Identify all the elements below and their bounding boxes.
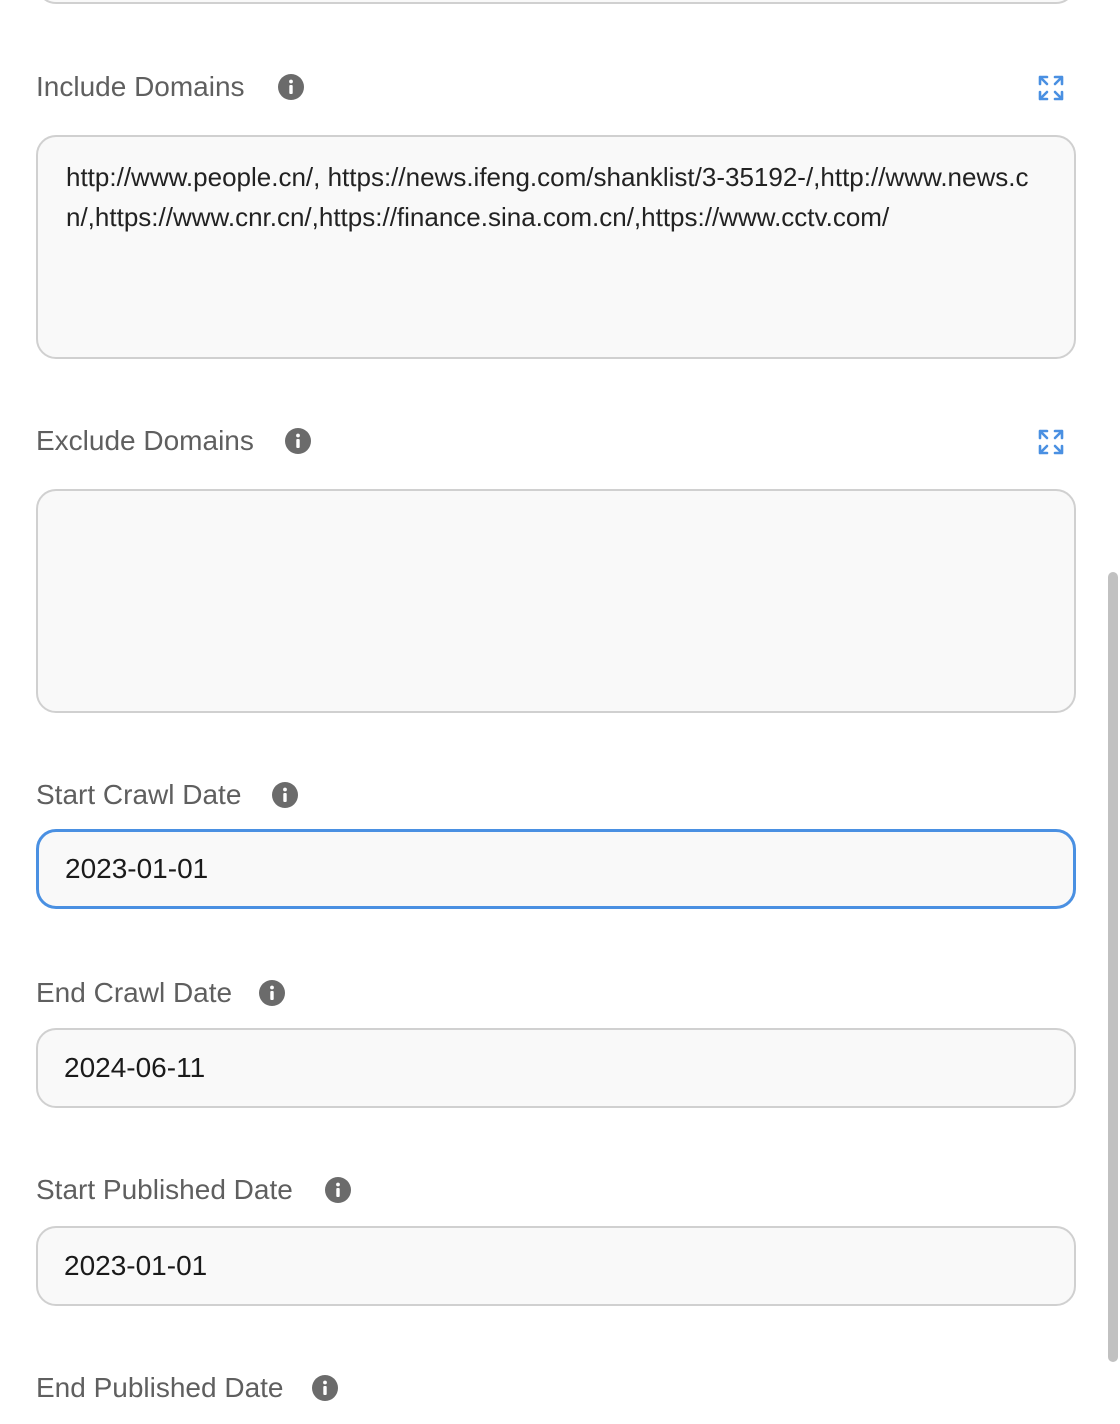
start-published-date-input[interactable]: 2023-01-01: [36, 1226, 1076, 1306]
start-published-date-label: Start Published Date: [36, 1174, 293, 1205]
include-domains-field: Include Domains http://www.people.cn/, h…: [36, 67, 1076, 359]
end-published-date-field: End Published Date: [36, 1368, 1076, 1408]
start-crawl-date-input[interactable]: 2023-01-01: [36, 829, 1076, 909]
include-domains-label: Include Domains: [36, 71, 245, 102]
end-crawl-date-label: End Crawl Date: [36, 977, 233, 1008]
include-domains-label-row: Include Domains: [36, 67, 1076, 107]
end-published-date-label: End Published Date: [36, 1372, 284, 1403]
end-crawl-date-input[interactable]: 2024-06-11: [36, 1028, 1076, 1108]
start-published-date-label-row: Start Published Date: [36, 1170, 1076, 1210]
expand-icon[interactable]: [1036, 73, 1066, 103]
start-crawl-date-label: Start Crawl Date: [36, 779, 242, 810]
end-crawl-date-label-row: End Crawl Date: [36, 973, 1076, 1013]
info-icon[interactable]: [312, 1375, 338, 1401]
info-icon[interactable]: [272, 782, 298, 808]
info-icon[interactable]: [259, 980, 285, 1006]
scrollbar-thumb[interactable]: [1108, 572, 1118, 1362]
exclude-domains-textarea[interactable]: [36, 489, 1076, 713]
end-published-date-label-row: End Published Date: [36, 1368, 1076, 1408]
start-crawl-date-label-row: Start Crawl Date: [36, 775, 1076, 815]
end-crawl-date-field: End Crawl Date 2024-06-11: [36, 973, 1076, 1108]
exclude-domains-field: Exclude Domains: [36, 421, 1076, 713]
info-icon[interactable]: [278, 74, 304, 100]
info-icon[interactable]: [285, 428, 311, 454]
expand-icon[interactable]: [1036, 427, 1066, 457]
exclude-domains-label: Exclude Domains: [36, 425, 254, 456]
include-domains-textarea[interactable]: http://www.people.cn/, https://news.ifen…: [36, 135, 1076, 359]
exclude-domains-label-row: Exclude Domains: [36, 421, 1076, 461]
scrollbar[interactable]: [1106, 0, 1120, 1424]
form-page: Include Domains http://www.people.cn/, h…: [0, 0, 1120, 1424]
info-icon[interactable]: [325, 1177, 351, 1203]
start-crawl-date-field: Start Crawl Date 2023-01-01: [36, 775, 1076, 909]
start-published-date-field: Start Published Date 2023-01-01: [36, 1170, 1076, 1306]
previous-field-input[interactable]: [36, 0, 1076, 4]
